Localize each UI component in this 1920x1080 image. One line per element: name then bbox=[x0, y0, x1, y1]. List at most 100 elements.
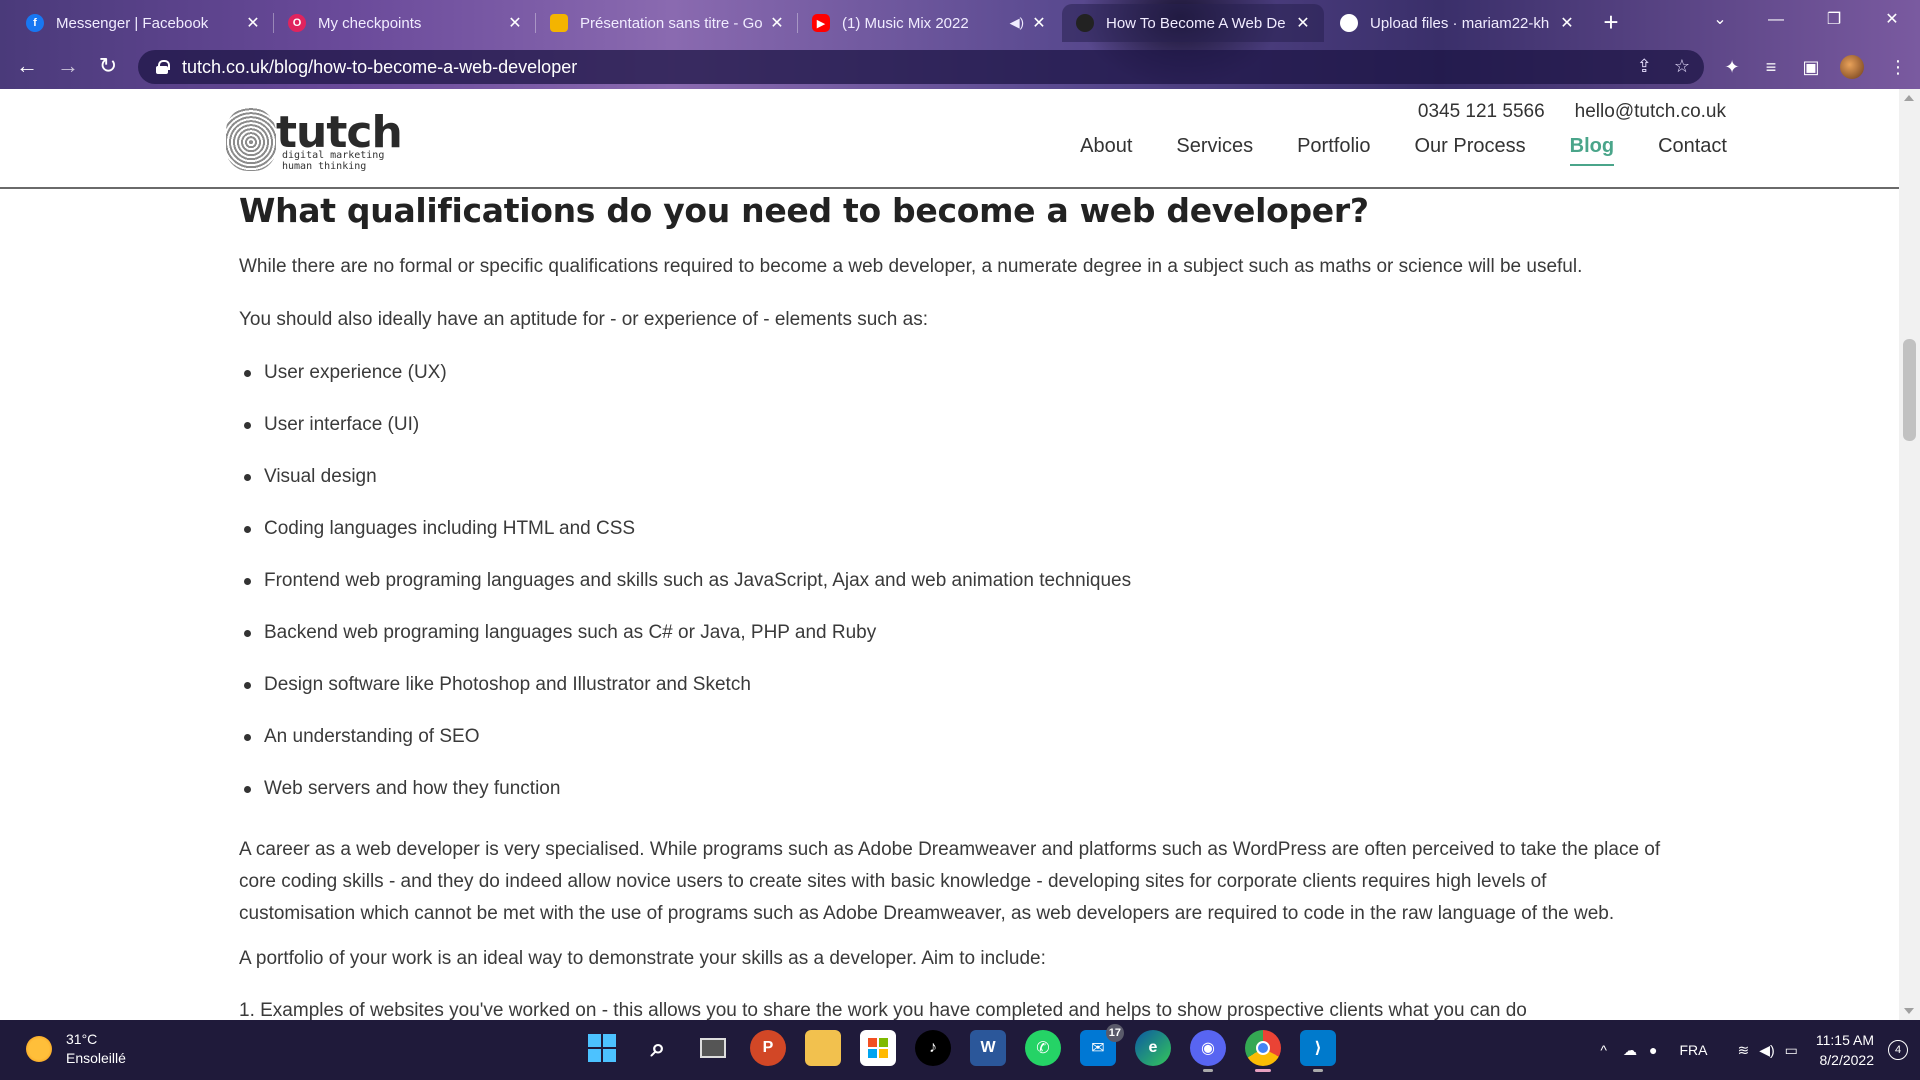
main-nav: About Services Portfolio Our Process Blo… bbox=[1080, 135, 1727, 166]
battery-icon[interactable]: ▭ bbox=[1785, 1042, 1798, 1059]
powerpoint-icon[interactable]: P bbox=[750, 1030, 786, 1066]
section-heading: What qualifications do you need to becom… bbox=[239, 191, 1369, 230]
minimize-button[interactable]: — bbox=[1748, 4, 1804, 38]
mail-icon[interactable]: ✉ 17 bbox=[1080, 1024, 1124, 1066]
web-page: tutch digital marketing human thinking 03… bbox=[0, 89, 1899, 1020]
site-logo[interactable]: tutch digital marketing human thinking bbox=[226, 107, 403, 173]
discord-icon[interactable]: ◉ bbox=[1190, 1030, 1226, 1072]
browser-toolbar: ← → ↻ tutch.co.uk/blog/how-to-become-a-w… bbox=[0, 45, 1920, 89]
file-explorer-icon[interactable] bbox=[805, 1030, 841, 1066]
list-item: Design software like Photoshop and Illus… bbox=[239, 669, 1131, 721]
nav-portfolio[interactable]: Portfolio bbox=[1297, 135, 1370, 166]
url-text[interactable]: tutch.co.uk/blog/how-to-become-a-web-dev… bbox=[182, 57, 577, 78]
skills-list: User experience (UX) User interface (UI)… bbox=[239, 357, 1131, 825]
nav-contact[interactable]: Contact bbox=[1658, 135, 1727, 166]
tab-strip: f Messenger | Facebook ✕ O My checkpoint… bbox=[0, 0, 1920, 42]
list-item: Visual design bbox=[239, 461, 1131, 513]
new-tab-button[interactable]: + bbox=[1596, 8, 1626, 38]
close-icon[interactable]: ✕ bbox=[244, 13, 262, 33]
mail-badge: 17 bbox=[1105, 1024, 1124, 1042]
email-link[interactable]: hello@tutch.co.uk bbox=[1575, 101, 1726, 123]
notification-badge[interactable]: 4 bbox=[1888, 1040, 1908, 1060]
close-icon[interactable]: ✕ bbox=[506, 13, 524, 33]
close-icon[interactable]: ✕ bbox=[768, 13, 786, 33]
tab-messenger[interactable]: f Messenger | Facebook ✕ bbox=[12, 4, 274, 42]
sun-icon bbox=[26, 1036, 52, 1062]
tab-presentation[interactable]: Présentation sans titre - Go ✕ bbox=[536, 4, 798, 42]
browser-chrome: f Messenger | Facebook ✕ O My checkpoint… bbox=[0, 0, 1920, 89]
lock-icon[interactable] bbox=[156, 60, 170, 74]
fingerprint-icon bbox=[226, 107, 276, 171]
system-tray: ^ ☁ ● FRA ≋ ◀) ▭ 11:15 AM 8/2/2022 4 bbox=[1600, 1020, 1920, 1080]
start-button[interactable] bbox=[584, 1030, 620, 1066]
list-item: User interface (UI) bbox=[239, 409, 1131, 461]
profile-avatar[interactable] bbox=[1838, 53, 1866, 81]
language-indicator[interactable]: FRA bbox=[1679, 1042, 1707, 1058]
microsoft-store-icon[interactable] bbox=[860, 1030, 896, 1066]
list-item: User experience (UX) bbox=[239, 357, 1131, 409]
extensions-icon[interactable]: ✦ bbox=[1718, 53, 1746, 81]
portfolio-paragraph: A portfolio of your work is an ideal way… bbox=[239, 948, 1046, 969]
nav-blog[interactable]: Blog bbox=[1569, 135, 1615, 166]
list-item: Coding languages including HTML and CSS bbox=[239, 513, 1131, 565]
nav-services[interactable]: Services bbox=[1176, 135, 1253, 166]
reading-list-icon[interactable]: ≡ bbox=[1757, 53, 1785, 81]
facebook-icon: f bbox=[26, 14, 44, 32]
nav-our-process[interactable]: Our Process bbox=[1414, 135, 1525, 166]
wifi-icon[interactable]: ≋ bbox=[1737, 1042, 1749, 1059]
close-window-button[interactable]: ✕ bbox=[1864, 4, 1920, 38]
address-bar[interactable]: tutch.co.uk/blog/how-to-become-a-web-dev… bbox=[138, 50, 1704, 84]
tab-music-mix[interactable]: ▶ (1) Music Mix 2022 ◀) ✕ bbox=[798, 4, 1060, 42]
list-item: Backend web programing languages such as… bbox=[239, 617, 1131, 669]
share-icon[interactable]: ⇪ bbox=[1637, 56, 1652, 77]
site-header: tutch digital marketing human thinking 03… bbox=[0, 89, 1899, 189]
youtube-icon: ▶ bbox=[812, 14, 830, 32]
tab-how-to-become-web-developer[interactable]: How To Become A Web De ✕ bbox=[1062, 4, 1324, 42]
restore-button[interactable]: ❐ bbox=[1806, 4, 1862, 38]
back-button[interactable]: ← bbox=[11, 51, 43, 83]
bookmark-star-icon[interactable]: ☆ bbox=[1674, 56, 1690, 77]
chrome-icon[interactable] bbox=[1245, 1030, 1281, 1072]
weather-widget[interactable]: 31°C Ensoleillé bbox=[26, 1030, 126, 1068]
tab-checkpoints[interactable]: O My checkpoints ✕ bbox=[274, 4, 536, 42]
forward-button[interactable]: → bbox=[52, 51, 84, 83]
list-item: Frontend web programing languages and sk… bbox=[239, 565, 1131, 617]
tutch-icon bbox=[1076, 14, 1094, 32]
nav-about[interactable]: About bbox=[1080, 135, 1132, 166]
scroll-up-icon[interactable] bbox=[1904, 95, 1914, 101]
scrollbar-thumb[interactable] bbox=[1903, 339, 1916, 441]
close-icon[interactable]: ✕ bbox=[1030, 13, 1048, 33]
side-panel-icon[interactable]: ▣ bbox=[1797, 53, 1825, 81]
contact-line: 0345 121 5566 hello@tutch.co.uk bbox=[1418, 101, 1726, 123]
slides-icon bbox=[550, 14, 568, 32]
close-icon[interactable]: ✕ bbox=[1558, 13, 1576, 33]
edge-icon[interactable]: e bbox=[1135, 1030, 1171, 1066]
list-item: Web servers and how they function bbox=[239, 773, 1131, 825]
clock[interactable]: 11:15 AM 8/2/2022 bbox=[1816, 1030, 1874, 1070]
numbered-list-item: 1. Examples of websites you've worked on… bbox=[239, 1000, 1527, 1020]
career-paragraph: A career as a web developer is very spec… bbox=[239, 839, 1661, 924]
tab-search-icon[interactable]: ⌄ bbox=[1692, 4, 1748, 38]
page-scrollbar[interactable] bbox=[1899, 89, 1920, 1020]
speaker-icon[interactable]: ◀) bbox=[1010, 15, 1024, 31]
github-icon bbox=[1340, 14, 1358, 32]
intro-paragraph: While there are no formal or specific qu… bbox=[239, 256, 1583, 277]
phone-link[interactable]: 0345 121 5566 bbox=[1418, 101, 1545, 123]
task-view-icon[interactable] bbox=[695, 1030, 731, 1066]
onedrive-icon[interactable]: ☁ bbox=[1623, 1042, 1637, 1059]
search-icon[interactable]: ⌕ bbox=[640, 1030, 676, 1066]
menu-icon[interactable]: ⋮ bbox=[1884, 53, 1912, 81]
vscode-icon[interactable]: ⟩ bbox=[1300, 1030, 1336, 1072]
word-icon[interactable]: W bbox=[970, 1030, 1006, 1066]
color-app-icon[interactable]: ● bbox=[1649, 1042, 1657, 1058]
chevron-up-icon[interactable]: ^ bbox=[1600, 1042, 1607, 1058]
aptitude-paragraph: You should also ideally have an aptitude… bbox=[239, 309, 928, 330]
tab-upload-files[interactable]: Upload files · mariam22-kh ✕ bbox=[1326, 4, 1588, 42]
windows-taskbar: 31°C Ensoleillé ⌕ P ♪ W ✆ ✉ 17 e ◉ ⟩ ^ ☁ … bbox=[0, 1020, 1920, 1080]
reload-button[interactable]: ↻ bbox=[92, 51, 124, 83]
tiktok-icon[interactable]: ♪ bbox=[915, 1030, 951, 1066]
whatsapp-icon[interactable]: ✆ bbox=[1025, 1030, 1061, 1066]
close-icon[interactable]: ✕ bbox=[1294, 13, 1312, 33]
volume-icon[interactable]: ◀) bbox=[1759, 1042, 1774, 1059]
scroll-down-icon[interactable] bbox=[1904, 1008, 1914, 1014]
